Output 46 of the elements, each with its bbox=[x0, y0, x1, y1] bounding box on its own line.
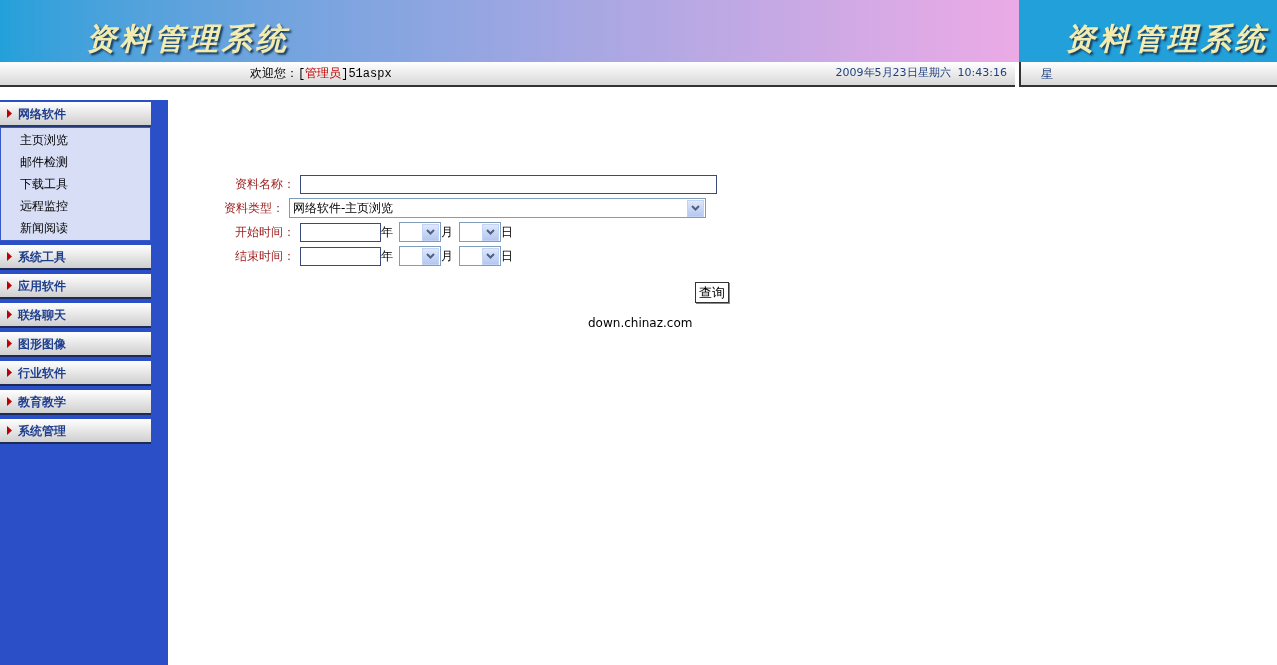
type-dropdown[interactable]: 网络软件-主页浏览 bbox=[289, 198, 706, 218]
submenu-item[interactable]: 邮件检测 bbox=[1, 151, 150, 173]
menu-header[interactable]: 系统工具 bbox=[0, 245, 151, 270]
unit-label: 年 bbox=[381, 224, 393, 241]
date-time: 2009年5月23日星期六 10:43:16 bbox=[835, 65, 1007, 82]
name-field[interactable] bbox=[300, 174, 717, 194]
unit-label: 日 bbox=[501, 224, 513, 241]
dropdown[interactable] bbox=[459, 246, 501, 266]
dropdown[interactable] bbox=[399, 222, 441, 242]
footer-text: down.chinaz.com bbox=[588, 315, 693, 332]
menu-header[interactable]: 行业软件 bbox=[0, 361, 151, 386]
triangle-icon bbox=[7, 368, 12, 377]
logo: 资料管理系统 bbox=[86, 19, 290, 58]
dropdown[interactable] bbox=[399, 246, 441, 266]
field-label: 开始时间： bbox=[234, 224, 295, 241]
welcome-text: 欢迎您：[管理员]51aspx bbox=[250, 65, 392, 83]
field-label: 结束时间： bbox=[234, 248, 295, 265]
submenu-item[interactable]: 新闻阅读 bbox=[1, 217, 150, 239]
triangle-icon bbox=[7, 397, 12, 406]
unit-label: 月 bbox=[441, 248, 453, 265]
menu-header[interactable]: 系统管理 bbox=[0, 419, 151, 444]
triangle-icon bbox=[7, 310, 12, 319]
unit-label: 日 bbox=[501, 248, 513, 265]
year-field[interactable] bbox=[300, 222, 381, 242]
menu-header[interactable]: 图形图像 bbox=[0, 332, 151, 357]
menu-header[interactable]: 应用软件 bbox=[0, 274, 151, 299]
search-button[interactable]: 查询 bbox=[695, 281, 729, 303]
submenu-item[interactable]: 下载工具 bbox=[1, 173, 150, 195]
field-label: 资料类型： bbox=[223, 200, 284, 217]
year-field[interactable] bbox=[300, 246, 381, 266]
dropdown[interactable] bbox=[459, 222, 501, 242]
triangle-icon bbox=[7, 252, 12, 261]
logo: 资料管理系统 bbox=[1065, 19, 1269, 58]
triangle-icon bbox=[7, 281, 12, 290]
menu-header[interactable]: 网络软件 bbox=[0, 102, 151, 127]
menu-header[interactable]: 联络聊天 bbox=[0, 303, 151, 328]
submenu-item[interactable]: 远程监控 bbox=[1, 195, 150, 217]
unit-label: 月 bbox=[441, 224, 453, 241]
triangle-icon bbox=[7, 109, 12, 118]
triangle-icon bbox=[7, 339, 12, 348]
triangle-icon bbox=[7, 426, 12, 435]
unit-label: 年 bbox=[381, 248, 393, 265]
submenu-item[interactable]: 主页浏览 bbox=[1, 129, 150, 151]
field-label: 资料名称： bbox=[234, 176, 295, 193]
menu-header[interactable]: 教育教学 bbox=[0, 390, 151, 415]
status-text: 星 bbox=[1041, 65, 1053, 83]
